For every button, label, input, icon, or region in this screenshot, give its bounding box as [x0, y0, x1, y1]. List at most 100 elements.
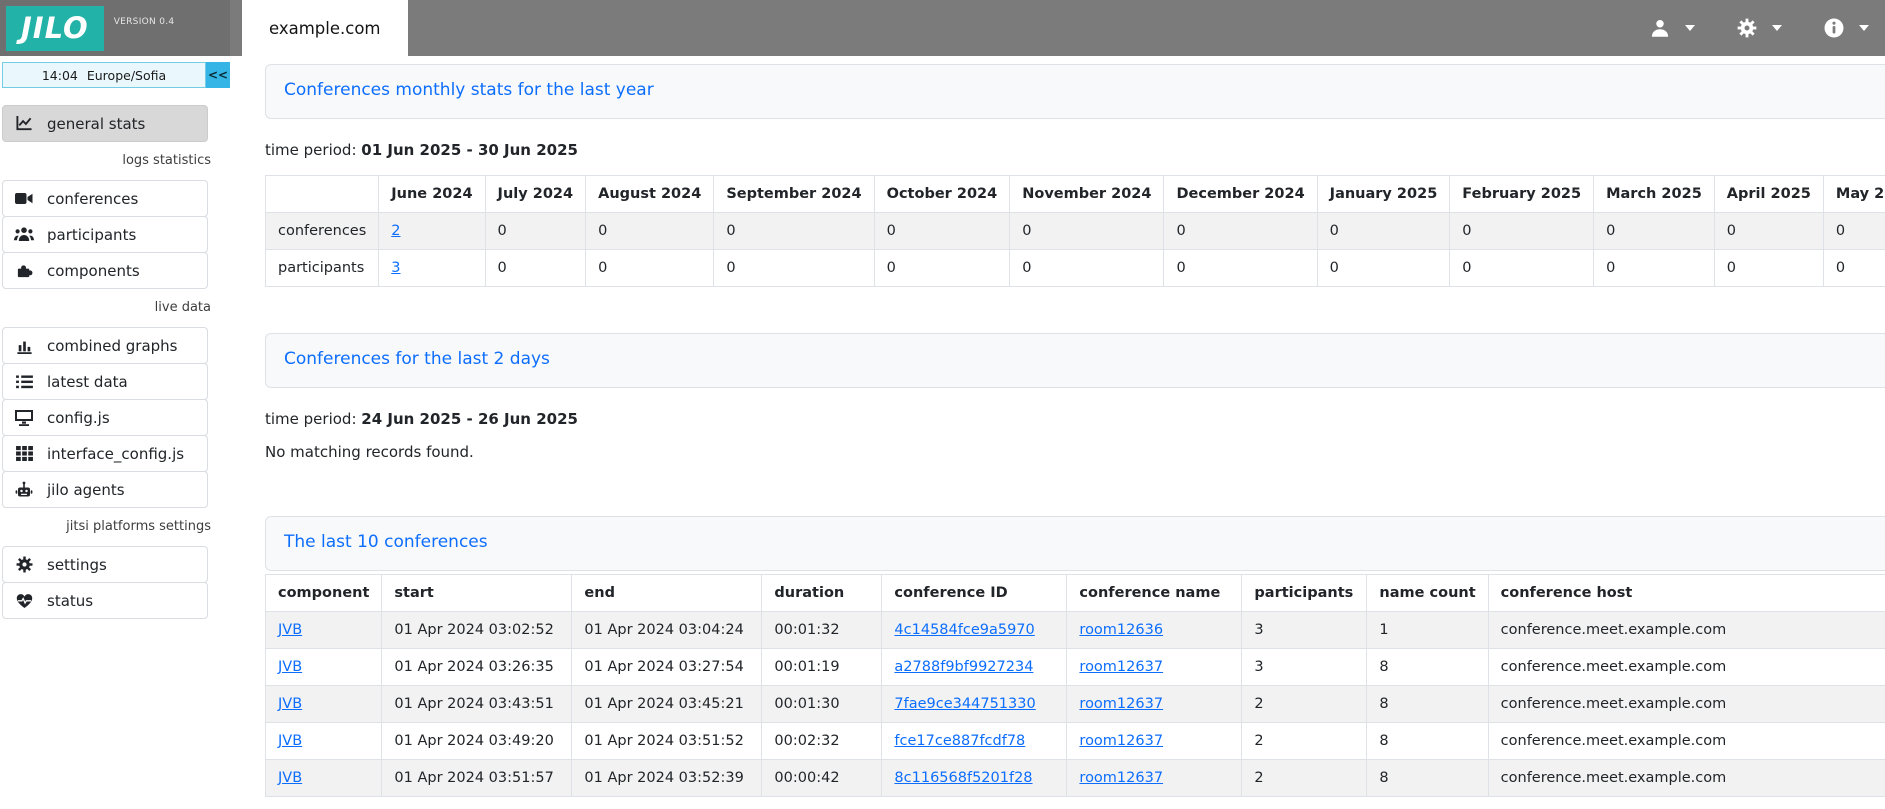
- cell-end: 01 Apr 2024 03:04:24: [572, 612, 762, 649]
- sidebar-item-interface-config-js[interactable]: interface_config.js: [2, 435, 208, 472]
- main-content: Conferences monthly stats for the last y…: [230, 56, 1885, 809]
- settings-menu[interactable]: [1737, 18, 1782, 38]
- month-header: June 2024: [379, 176, 485, 213]
- cell: 0: [1823, 250, 1885, 287]
- conferences-count-link[interactable]: 2: [391, 223, 400, 239]
- sidebar-item-label: combined graphs: [47, 337, 177, 355]
- cell: 0: [1823, 213, 1885, 250]
- chart-line-icon: [14, 115, 34, 132]
- conference-id-link[interactable]: 7fae9ce344751330: [894, 696, 1035, 712]
- cell-conference-host: conference.meet.example.com: [1488, 649, 1885, 686]
- conference-name-link[interactable]: room12637: [1079, 733, 1163, 749]
- sidebar-clock-row: 14:04 Europe/Sofia <<: [2, 62, 230, 88]
- cell: 0: [1714, 250, 1823, 287]
- cell: 0: [485, 213, 586, 250]
- cell-duration: 00:01:19: [762, 649, 882, 686]
- conference-name-link[interactable]: room12636: [1079, 622, 1163, 638]
- cell-end: 01 Apr 2024 03:27:54: [572, 649, 762, 686]
- cell: 0: [1317, 213, 1450, 250]
- cell: 0: [586, 213, 714, 250]
- participants-count-link[interactable]: 3: [391, 260, 400, 276]
- cell: 0: [714, 213, 874, 250]
- table-row: participants 3 0 0 0 0 0 0 0 0 0 0 0 0: [266, 250, 1885, 287]
- sidebar-item-combined-graphs[interactable]: combined graphs: [2, 327, 208, 364]
- sidebar-item-label: interface_config.js: [47, 445, 184, 463]
- puzzle-icon: [14, 262, 34, 279]
- no-records-message: No matching records found.: [265, 443, 1885, 461]
- table-row: JVB 01 Apr 2024 03:49:20 01 Apr 2024 03:…: [266, 723, 1885, 760]
- list-icon: [14, 375, 34, 389]
- cell-start: 01 Apr 2024 03:43:51: [382, 686, 572, 723]
- cell-conference-host: conference.meet.example.com: [1488, 686, 1885, 723]
- month-header: September 2024: [714, 176, 874, 213]
- conference-name-link[interactable]: room12637: [1079, 659, 1163, 675]
- sidebar-item-conferences[interactable]: conferences: [2, 180, 208, 217]
- component-link[interactable]: JVB: [278, 733, 302, 749]
- navbar-right-menus: [1650, 0, 1885, 56]
- column-header: conference host: [1488, 575, 1885, 612]
- conference-id-link[interactable]: 8c116568f5201f28: [894, 770, 1032, 786]
- sidebar-item-components[interactable]: components: [2, 252, 208, 289]
- conference-name-link[interactable]: room12637: [1079, 696, 1163, 712]
- cell: 0: [1164, 213, 1317, 250]
- sidebar-item-participants[interactable]: participants: [2, 216, 208, 253]
- cell: 0: [714, 250, 874, 287]
- month-header: February 2025: [1450, 176, 1594, 213]
- column-header: duration: [762, 575, 882, 612]
- sidebar-item-config-js[interactable]: config.js: [2, 399, 208, 436]
- table-header-row: June 2024 July 2024 August 2024 Septembe…: [266, 176, 1885, 213]
- month-header: July 2024: [485, 176, 586, 213]
- cell-duration: 00:01:30: [762, 686, 882, 723]
- component-link[interactable]: JVB: [278, 622, 302, 638]
- sidebar-item-label: status: [47, 592, 93, 610]
- chevron-down-icon: [1859, 25, 1869, 31]
- conference-id-link[interactable]: fce17ce887fcdf78: [894, 733, 1025, 749]
- sidebar-item-latest-data[interactable]: latest data: [2, 363, 208, 400]
- section-title-last-10-conferences: The last 10 conferences: [265, 516, 1885, 571]
- cell-conference-host: conference.meet.example.com: [1488, 723, 1885, 760]
- cell-name-count: 1: [1367, 612, 1488, 649]
- tab-example-com[interactable]: example.com: [242, 0, 408, 56]
- chart-column-icon: [14, 338, 34, 354]
- sidebar-collapse-button[interactable]: <<: [206, 62, 230, 88]
- cell-end: 01 Apr 2024 03:52:39: [572, 760, 762, 797]
- component-link[interactable]: JVB: [278, 770, 302, 786]
- cell: 0: [586, 250, 714, 287]
- brand-area: JILO VERSION 0.4: [0, 0, 230, 56]
- month-header: March 2025: [1594, 176, 1715, 213]
- column-header: component: [266, 575, 382, 612]
- month-header: April 2025: [1714, 176, 1823, 213]
- sidebar: 14:04 Europe/Sofia << general stats logs…: [0, 56, 230, 809]
- user-menu[interactable]: [1650, 18, 1695, 38]
- clock-time: 14:04: [42, 68, 78, 83]
- month-header: November 2024: [1010, 176, 1164, 213]
- app-logo: JILO: [6, 6, 104, 51]
- cell-participants: 2: [1242, 723, 1367, 760]
- sidebar-item-label: components: [47, 262, 140, 280]
- cell-conference-host: conference.meet.example.com: [1488, 760, 1885, 797]
- conference-id-link[interactable]: a2788f9bf9927234: [894, 659, 1033, 675]
- conference-name-link[interactable]: room12637: [1079, 770, 1163, 786]
- chevron-down-icon: [1685, 25, 1695, 31]
- conference-id-link[interactable]: 4c14584fce9a5970: [894, 622, 1034, 638]
- column-header: conference ID: [882, 575, 1067, 612]
- component-link[interactable]: JVB: [278, 696, 302, 712]
- column-header: conference name: [1067, 575, 1242, 612]
- sidebar-item-label: general stats: [47, 115, 145, 133]
- sidebar-item-jilo-agents[interactable]: jilo agents: [2, 471, 208, 508]
- sidebar-section-jitsi-platforms-settings: jitsi platforms settings: [0, 519, 230, 534]
- chevron-down-icon: [1772, 25, 1782, 31]
- monthly-stats-table: June 2024 July 2024 August 2024 Septembe…: [265, 175, 1885, 287]
- sidebar-item-status[interactable]: status: [2, 582, 208, 619]
- component-link[interactable]: JVB: [278, 659, 302, 675]
- info-menu[interactable]: [1824, 18, 1869, 38]
- sidebar-item-general-stats[interactable]: general stats: [2, 105, 208, 142]
- row-label: conferences: [266, 213, 379, 250]
- cell: 0: [1594, 213, 1715, 250]
- cell: 0: [1010, 250, 1164, 287]
- sidebar-item-label: settings: [47, 556, 107, 574]
- sidebar-item-label: config.js: [47, 409, 110, 427]
- cell-participants: 3: [1242, 649, 1367, 686]
- sidebar-item-settings[interactable]: settings: [2, 546, 208, 583]
- table-row: conferences 2 0 0 0 0 0 0 0 0 0 0 0 0: [266, 213, 1885, 250]
